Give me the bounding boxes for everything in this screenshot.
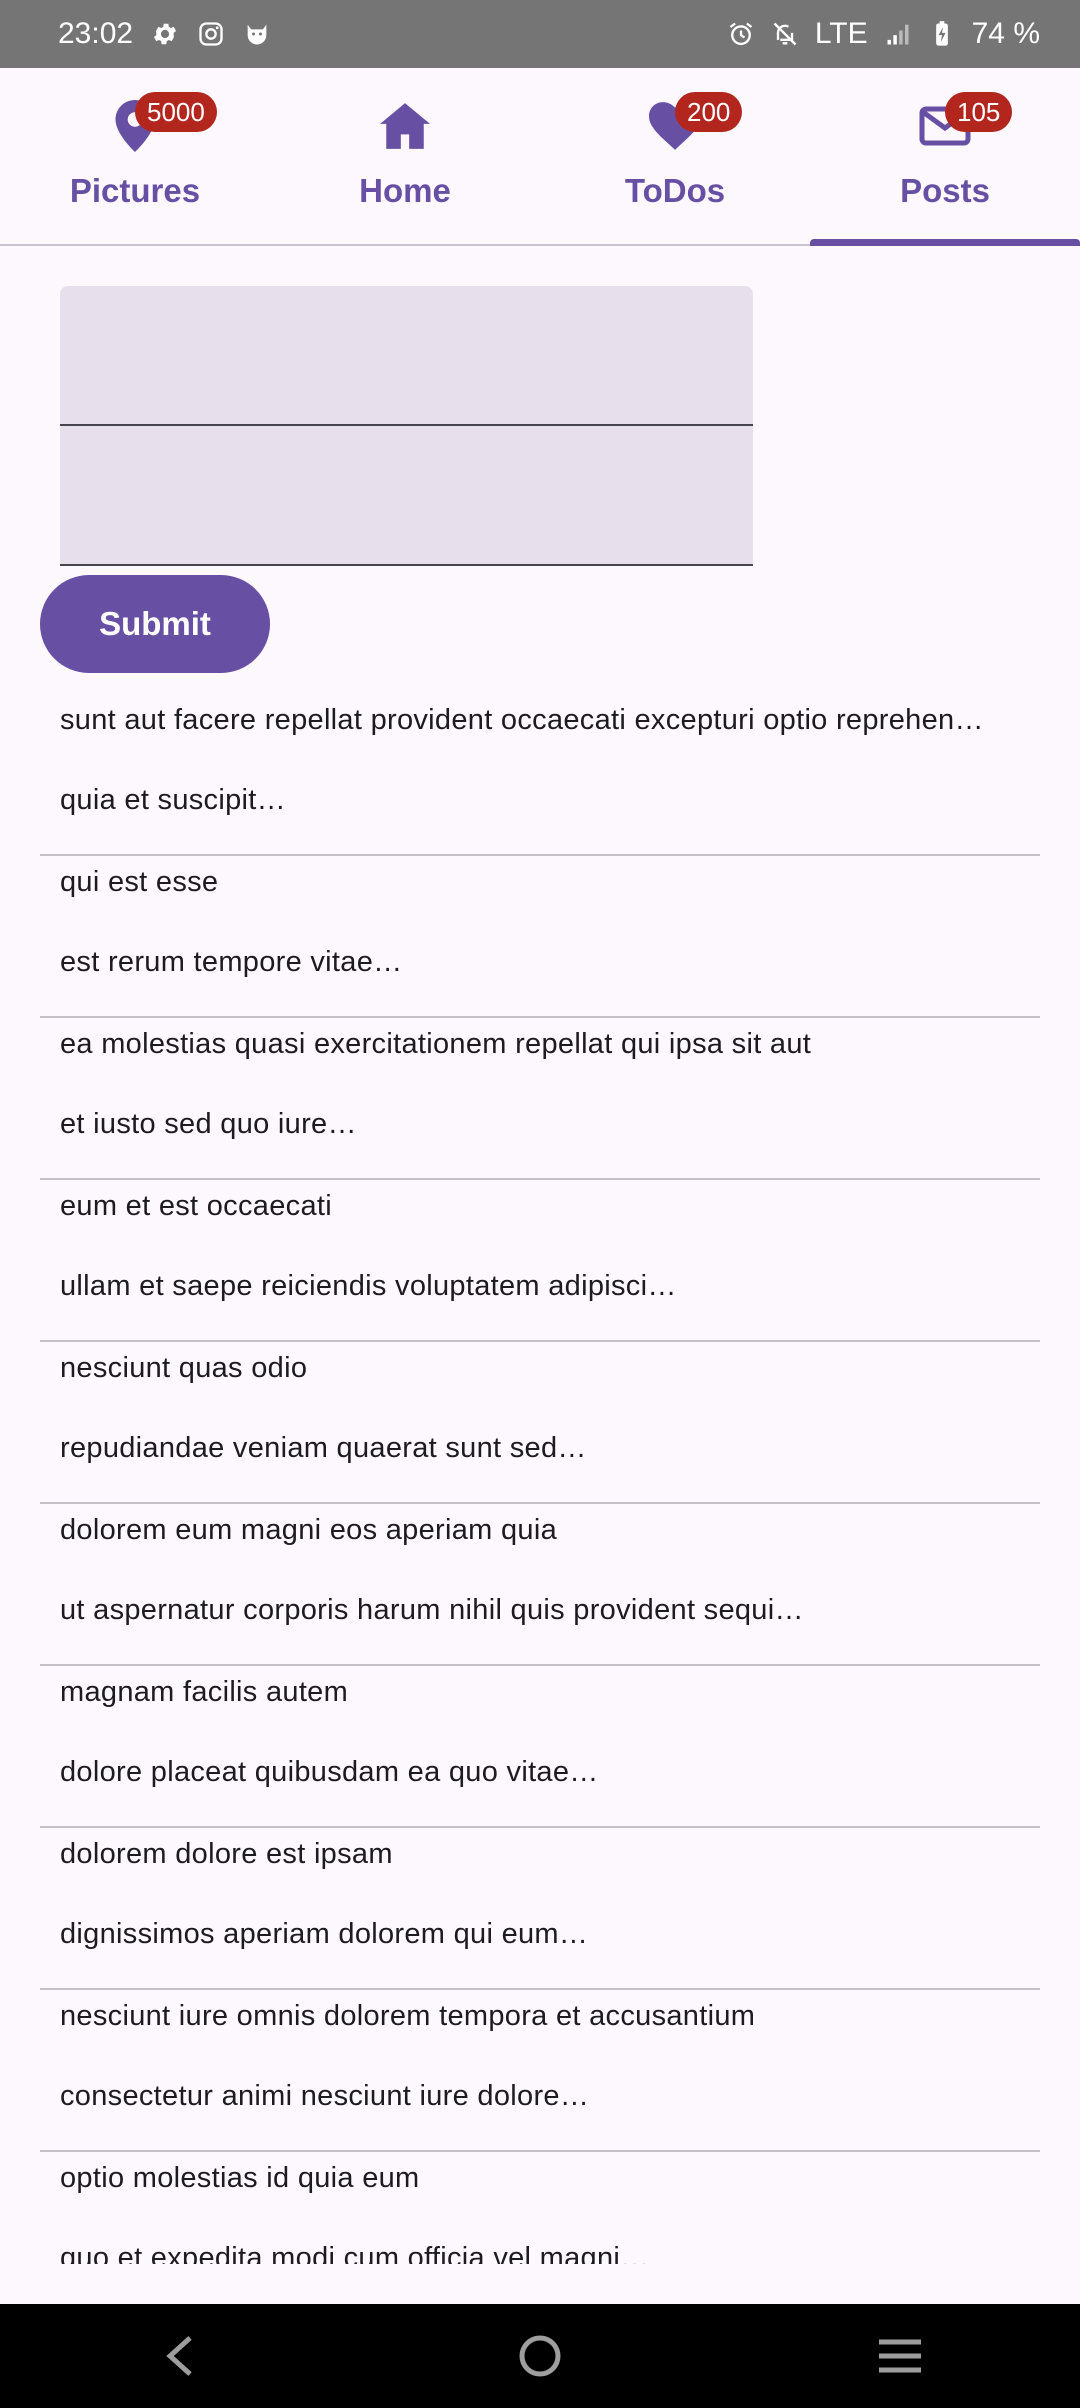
home-circle-icon: [519, 2335, 561, 2377]
tab-pictures[interactable]: 5000 Pictures: [0, 68, 270, 244]
badge-pictures: 5000: [135, 92, 217, 132]
active-tab-indicator: [810, 239, 1080, 246]
back-icon: [166, 2336, 192, 2376]
battery-level: 74 %: [971, 17, 1040, 50]
tab-home[interactable]: Home: [270, 68, 540, 244]
signal-icon: [887, 24, 909, 45]
settings-icon: [153, 23, 177, 45]
tab-label-todos: ToDos: [624, 172, 726, 209]
post-title: optio molestias id quia eum: [60, 2162, 420, 2194]
notifications-off-icon: [773, 22, 797, 46]
post-title: ea molestias quasi exercitationem repell…: [60, 1028, 812, 1060]
list-item[interactable]: dolorem eum magni eos aperiam quia ut as…: [40, 1504, 1040, 1666]
tab-label-pictures: Pictures: [69, 172, 201, 209]
post-body-input[interactable]: [60, 426, 753, 564]
status-time: 23:02: [58, 17, 134, 50]
post-title: dolorem dolore est ipsam: [60, 1838, 393, 1870]
tab-bar: 5000 Pictures Home 200 ToDos 105 Posts: [0, 68, 1080, 246]
post-body: consectetur animi nesciunt iure dolore…: [60, 2080, 590, 2112]
post-title: magnam facilis autem: [60, 1676, 349, 1708]
network-type: LTE: [814, 17, 868, 50]
list-item[interactable]: nesciunt iure omnis dolorem tempora et a…: [40, 1990, 1040, 2152]
tab-posts[interactable]: 105 Posts: [810, 68, 1080, 246]
list-item[interactable]: nesciunt quas odio repudiandae veniam qu…: [40, 1342, 1040, 1504]
nav-back-button[interactable]: [120, 2304, 240, 2408]
status-bar: 23:02 LTE 74 %: [0, 0, 1080, 68]
instagram-icon: [199, 22, 223, 46]
post-title: sunt aut facere repellat provident occae…: [60, 704, 984, 736]
post-title: qui est esse: [60, 866, 219, 898]
submit-button[interactable]: Submit: [40, 575, 270, 673]
list-item[interactable]: eum et est occaecati ullam et saepe reic…: [40, 1180, 1040, 1342]
post-title: nesciunt quas odio: [60, 1352, 308, 1384]
home-icon: [380, 103, 430, 149]
post-body: quo et expedita modi cum officia vel mag…: [60, 2242, 650, 2264]
post-title: nesciunt iure omnis dolorem tempora et a…: [60, 2000, 756, 2032]
nav-home-button[interactable]: [480, 2304, 600, 2408]
battery-charging-icon: [935, 21, 948, 46]
post-title-field[interactable]: [60, 286, 753, 426]
post-body-field[interactable]: [60, 426, 753, 566]
list-item[interactable]: optio molestias id quia eum quo et exped…: [40, 2152, 1040, 2264]
post-body: est rerum tempore vitae…: [60, 946, 403, 978]
post-title-input[interactable]: [60, 286, 753, 424]
list-item[interactable]: ea molestias quasi exercitationem repell…: [40, 1018, 1040, 1180]
post-body: ullam et saepe reiciendis voluptatem adi…: [60, 1270, 677, 1302]
posts-list[interactable]: sunt aut facere repellat provident occae…: [40, 694, 1040, 2264]
list-item[interactable]: magnam facilis autem dolore placeat quib…: [40, 1666, 1040, 1828]
post-body: ut aspernatur corporis harum nihil quis …: [60, 1594, 804, 1626]
cat-icon: [247, 24, 267, 45]
post-body: dignissimos aperiam dolorem qui eum…: [60, 1918, 589, 1950]
recents-icon: [879, 2339, 921, 2373]
post-title: dolorem eum magni eos aperiam quia: [60, 1514, 558, 1546]
post-body: repudiandae veniam quaerat sunt sed…: [60, 1432, 587, 1464]
list-item[interactable]: qui est esse est rerum tempore vitae…: [40, 856, 1040, 1018]
nav-recents-button[interactable]: [840, 2304, 960, 2408]
list-item[interactable]: dolorem dolore est ipsam dignissimos ape…: [40, 1828, 1040, 1990]
system-navigation-bar: [0, 2304, 1080, 2408]
tab-label-posts: Posts: [900, 172, 990, 209]
post-body: dolore placeat quibusdam ea quo vitae…: [60, 1756, 599, 1788]
post-body: quia et suscipit…: [60, 784, 286, 816]
list-item[interactable]: sunt aut facere repellat provident occae…: [40, 694, 1040, 856]
badge-todos: 200: [675, 92, 743, 132]
alarm-icon: [729, 22, 753, 46]
tab-label-home: Home: [359, 172, 451, 209]
post-body: et iusto sed quo iure…: [60, 1108, 357, 1140]
tab-todos[interactable]: 200 ToDos: [540, 68, 810, 244]
post-title: eum et est occaecati: [60, 1190, 332, 1222]
badge-posts: 105: [945, 92, 1013, 132]
